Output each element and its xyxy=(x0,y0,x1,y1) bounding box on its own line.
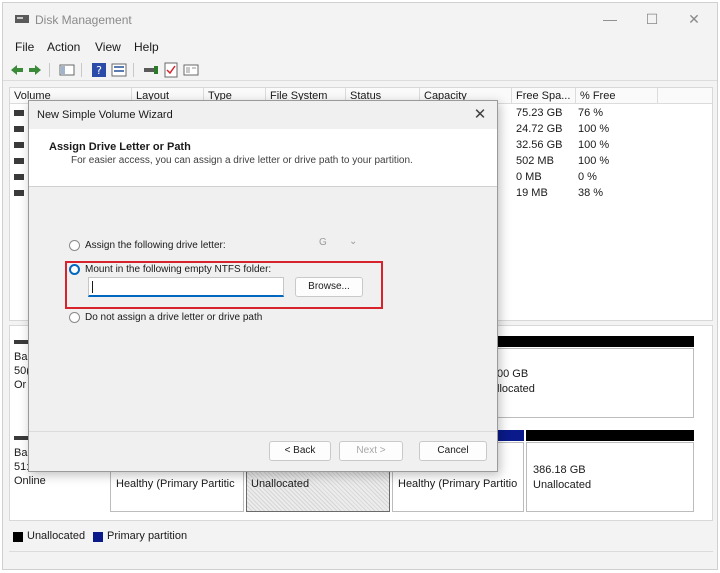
percent-free-value: 0 % xyxy=(578,171,597,183)
menu-bar: File Action View Help xyxy=(3,37,717,57)
partition-status: Unallocated xyxy=(533,479,592,491)
legend: Unallocated Primary partition xyxy=(9,527,713,547)
disk-1-size: 51: xyxy=(14,461,30,473)
window-title: Disk Management xyxy=(35,13,132,27)
checklist-icon[interactable] xyxy=(163,62,179,78)
free-space-value: 24.72 GB xyxy=(516,123,563,135)
drive-letter-value: G xyxy=(319,237,327,248)
wizard-subheading: For easier access, you can assign a driv… xyxy=(71,155,413,166)
connect-icon[interactable] xyxy=(143,62,159,78)
disk-management-icon xyxy=(15,15,29,23)
percent-free-value: 100 % xyxy=(578,123,610,135)
status-bar xyxy=(9,551,713,567)
volume-icon xyxy=(14,190,24,196)
volume-icon xyxy=(14,174,24,180)
legend-unallocated: Unallocated xyxy=(27,530,86,542)
legend-primary-partition: Primary partition xyxy=(107,530,188,542)
column-percent-free[interactable]: % Free xyxy=(576,88,658,104)
close-button[interactable]: ✕ xyxy=(679,9,709,29)
folder-path-input[interactable] xyxy=(88,277,284,297)
no-assign-radio[interactable] xyxy=(69,312,80,323)
wizard-header: Assign Drive Letter or Path For easier a… xyxy=(29,129,497,187)
partition-size: 386.18 GB xyxy=(533,464,586,476)
menu-file[interactable]: File xyxy=(15,40,34,54)
disk-1-partition-4[interactable]: 386.18 GB Unallocated xyxy=(526,442,694,512)
disk-1-type: Ba xyxy=(14,447,28,459)
toolbar-separator xyxy=(49,63,50,77)
percent-free-value: 100 % xyxy=(578,155,610,167)
assign-letter-label: Assign the following drive letter: xyxy=(85,240,226,251)
disk-1-status: Online xyxy=(14,475,46,487)
volume-icon xyxy=(14,126,24,132)
wizard-heading: Assign Drive Letter or Path xyxy=(49,141,191,153)
partition-status: Healthy (Primary Partitic xyxy=(116,478,235,490)
volume-icon xyxy=(14,158,24,164)
partition-status: Healthy (Primary Partitio xyxy=(398,478,518,490)
dialog-title: New Simple Volume Wizard xyxy=(37,109,173,121)
free-space-value: 19 MB xyxy=(516,187,548,199)
chevron-down-icon: ⌄ xyxy=(349,236,358,247)
title-bar: Disk Management — ☐ ✕ xyxy=(3,3,717,35)
partition-size: 00 GB xyxy=(497,368,529,380)
console-tree-icon[interactable] xyxy=(59,62,75,78)
percent-free-value: 76 % xyxy=(578,107,604,119)
no-assign-label: Do not assign a drive letter or drive pa… xyxy=(85,312,263,323)
disk-icon xyxy=(14,340,28,344)
percent-free-value: 38 % xyxy=(578,187,604,199)
dialog-close-icon[interactable]: ✕ xyxy=(471,105,489,123)
menu-action[interactable]: Action xyxy=(47,40,80,54)
toolbar: ? xyxy=(3,59,717,81)
mount-folder-radio[interactable] xyxy=(69,264,80,275)
back-arrow-icon[interactable] xyxy=(9,62,25,78)
toolbar-separator xyxy=(81,63,82,77)
column-free-space[interactable]: Free Spa... xyxy=(512,88,576,104)
properties-icon[interactable] xyxy=(111,62,127,78)
back-button[interactable]: < Back xyxy=(269,441,331,461)
unallocated-swatch xyxy=(13,532,23,542)
disk-icon xyxy=(14,436,28,440)
menu-view[interactable]: View xyxy=(95,40,121,54)
disk-0-type: Ba xyxy=(14,351,28,363)
free-space-value: 502 MB xyxy=(516,155,554,167)
svg-text:?: ? xyxy=(96,64,102,77)
free-space-value: 75.23 GB xyxy=(516,107,563,119)
next-button[interactable]: Next > xyxy=(339,441,403,461)
disk-0-status: Or xyxy=(14,379,27,391)
volume-icon xyxy=(14,110,24,116)
footer-separator xyxy=(29,431,497,432)
volume-icon xyxy=(14,142,24,148)
help-icon[interactable]: ? xyxy=(91,62,107,78)
view-settings-icon[interactable] xyxy=(183,62,199,78)
drive-letter-select[interactable]: G ⌄ xyxy=(319,236,363,253)
percent-free-value: 100 % xyxy=(578,139,610,151)
forward-arrow-icon[interactable] xyxy=(27,62,43,78)
cancel-button[interactable]: Cancel xyxy=(419,441,487,461)
unallocated-stripe xyxy=(496,336,694,347)
text-caret xyxy=(92,281,93,293)
mount-folder-label: Mount in the following empty NTFS folder… xyxy=(85,264,272,275)
menu-help[interactable]: Help xyxy=(134,40,159,54)
toolbar-separator xyxy=(133,63,134,77)
maximize-button[interactable]: ☐ xyxy=(637,9,667,29)
new-simple-volume-wizard: New Simple Volume Wizard ✕ Assign Drive … xyxy=(28,100,498,472)
partition-status: Unallocated xyxy=(251,478,310,490)
partition-status: llocated xyxy=(497,383,535,395)
disk-0-unallocated-partition[interactable]: 00 GB llocated xyxy=(496,348,694,418)
assign-letter-radio[interactable] xyxy=(69,240,80,251)
unallocated-stripe xyxy=(526,430,694,441)
browse-button[interactable]: Browse... xyxy=(295,277,363,297)
primary-partition-swatch xyxy=(93,532,103,542)
free-space-value: 32.56 GB xyxy=(516,139,563,151)
minimize-button[interactable]: — xyxy=(595,9,625,29)
free-space-value: 0 MB xyxy=(516,171,542,183)
